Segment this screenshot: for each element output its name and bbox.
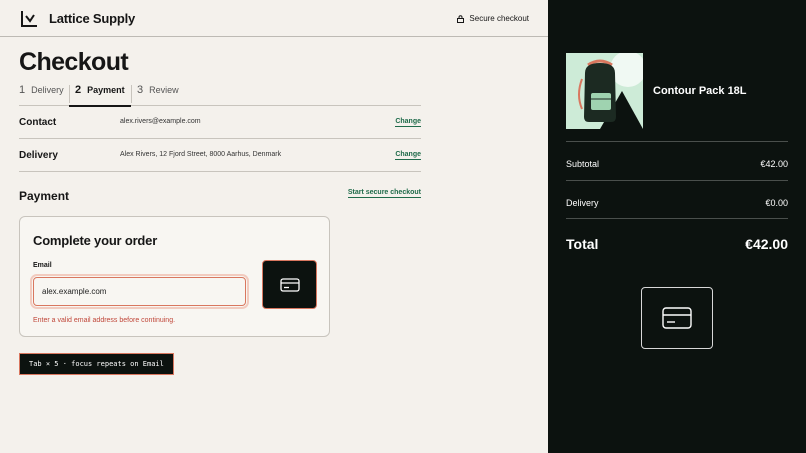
credit-card-icon [279,277,300,292]
card-payment-button[interactable] [262,260,317,309]
email-field[interactable]: alex.example.com [30,274,249,309]
subtotal-value: €42.00 [760,159,788,169]
subtotal-row: Subtotal €42.00 [566,141,788,180]
chart-logo-icon[interactable] [20,10,38,28]
delivery-label: Delivery [19,150,58,161]
total-label: Total [566,236,599,252]
change-contact-link[interactable]: Change [395,118,421,127]
start-secure-checkout-link[interactable]: Start secure checkout [347,189,421,198]
step-divider [131,85,132,103]
step-review[interactable]: 3 Review [137,84,179,106]
delivery-cost-row: Delivery €0.00 [566,180,788,219]
step-number: 1 [19,84,26,96]
contact-row: Contact alex.rivers@example.com Change [19,106,421,139]
contact-value: alex.rivers@example.com [120,118,201,125]
delivery-cost-label: Delivery [566,198,599,208]
site-header: Lattice Supply Secure checkout [0,0,548,37]
delivery-cost-value: €0.00 [765,198,788,208]
secure-checkout-label: Secure checkout [469,14,529,23]
order-summary: Contour Pack 18L Subtotal €42.00 Deliver… [548,0,806,453]
total-value: €42.00 [745,236,788,252]
checkout-steps: 1 Delivery 2 Payment 3 Review [19,84,421,107]
total-row: Total €42.00 [566,218,788,258]
step-number: 2 [75,84,82,96]
complete-order-card: Complete your order Email alex.example.c… [19,216,330,337]
step-number: 3 [137,84,144,96]
payment-heading: Payment [19,189,70,203]
step-divider [69,85,70,103]
step-label: Review [149,85,179,95]
tab-focus-hint: Tab × 5 · focus repeats on Email [19,353,174,375]
product-name: Contour Pack 18L [653,85,747,97]
pay-button[interactable] [641,287,713,349]
lock-icon [457,14,465,23]
step-payment[interactable]: 2 Payment [69,84,131,107]
change-delivery-link[interactable]: Change [395,151,421,160]
delivery-value: Alex Rivers, 12 Fjord Street, 8000 Aarhu… [120,151,282,158]
step-label: Delivery [31,85,64,95]
contact-label: Contact [19,117,57,128]
secure-checkout-badge: Secure checkout [457,14,529,23]
brand-name[interactable]: Lattice Supply [49,11,135,26]
credit-card-icon [662,307,692,329]
page-title: Checkout [19,48,129,76]
checkout-main: Lattice Supply Secure checkout Checkout … [0,0,548,453]
email-label: Email [33,262,52,269]
email-error-message: Enter a valid email address before conti… [33,317,176,324]
card-title: Complete your order [33,233,158,248]
step-delivery[interactable]: 1 Delivery [19,84,64,106]
step-label: Payment [87,85,125,95]
product-image [566,53,643,129]
delivery-row: Delivery Alex Rivers, 12 Fjord Street, 8… [19,139,421,172]
subtotal-label: Subtotal [566,159,600,169]
